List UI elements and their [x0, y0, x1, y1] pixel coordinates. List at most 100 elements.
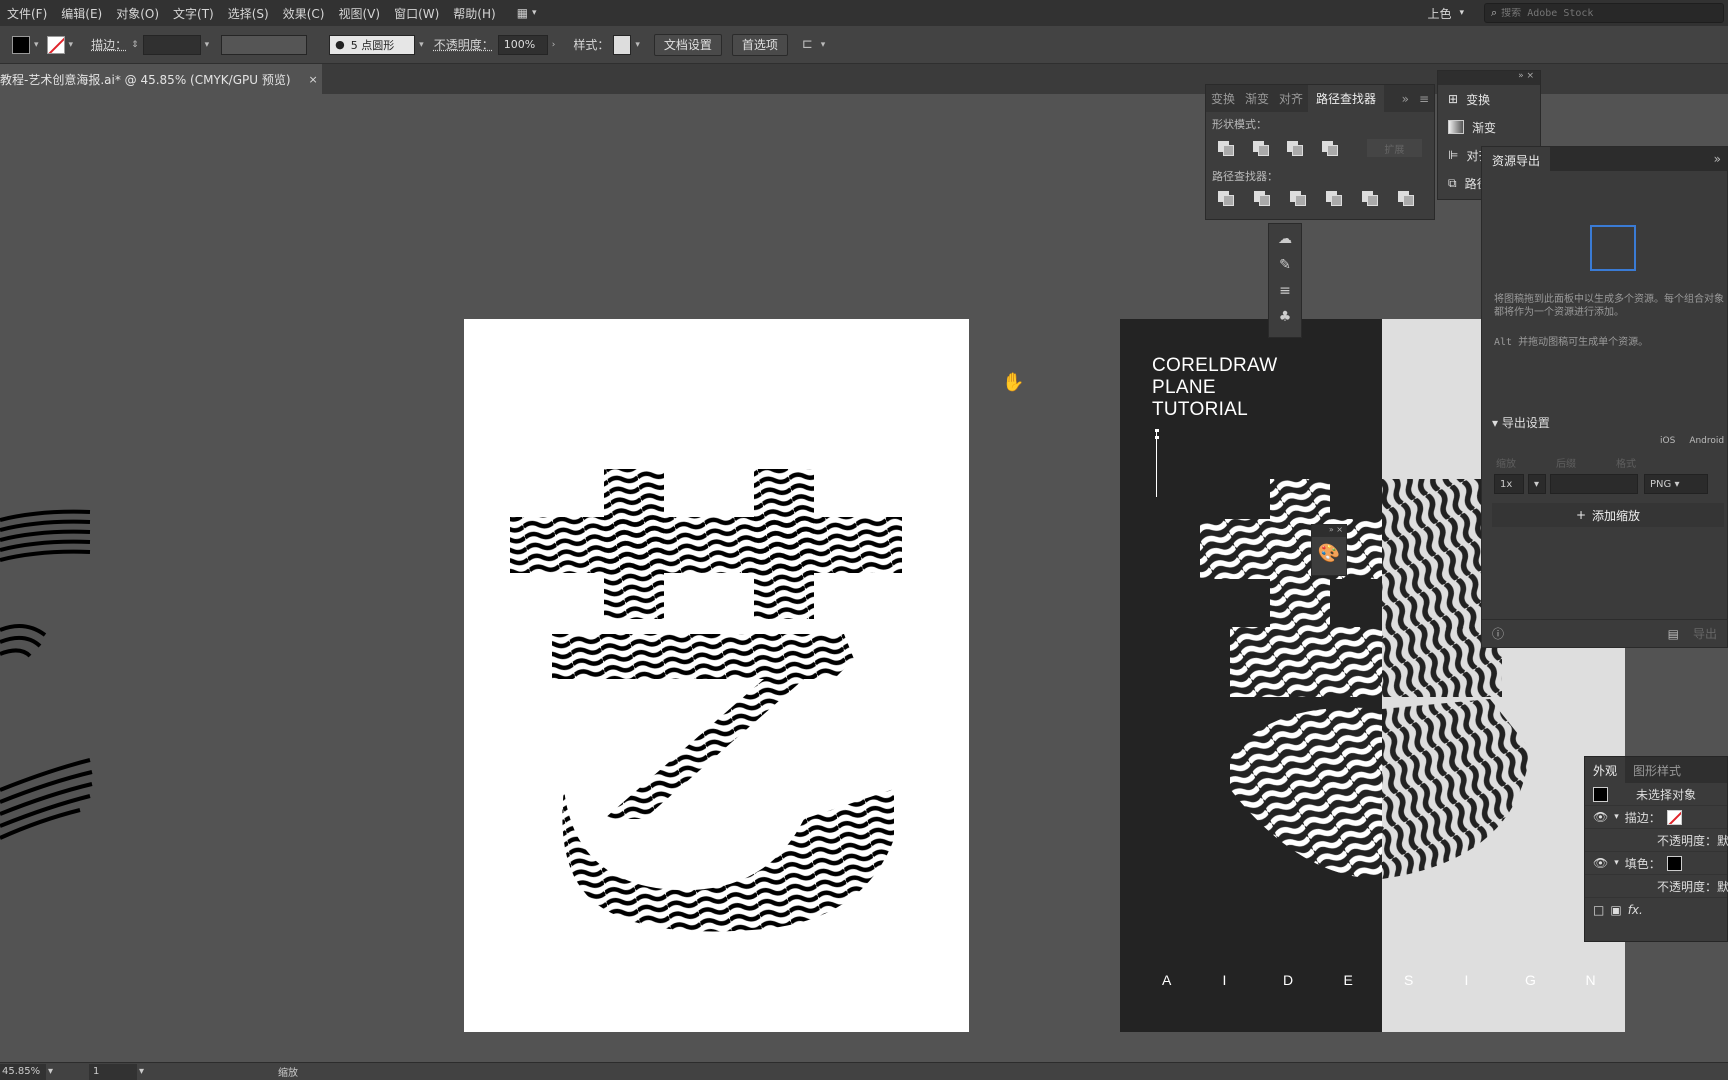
- appearance-stroke-row[interactable]: 👁 ▾ 描边：: [1585, 806, 1727, 829]
- menu-file[interactable]: 文件(F): [0, 5, 54, 22]
- unite-icon[interactable]: [1218, 141, 1234, 156]
- stroke-panel-icon[interactable]: ≡: [1276, 282, 1294, 300]
- platform-android[interactable]: Android: [1689, 436, 1724, 446]
- menu-view[interactable]: 视图(V): [331, 5, 387, 22]
- dock-item-transform[interactable]: ⊞ 变换: [1438, 85, 1540, 113]
- info-icon[interactable]: ⓘ: [1492, 625, 1504, 642]
- dock-item-gradient[interactable]: 渐变: [1438, 113, 1540, 141]
- tab-appearance[interactable]: 外观: [1585, 757, 1626, 783]
- export-button[interactable]: 导出: [1693, 625, 1717, 642]
- menu-effect[interactable]: 效果(C): [276, 5, 332, 22]
- exclude-icon[interactable]: [1322, 141, 1338, 156]
- variable-width-field[interactable]: [221, 34, 308, 55]
- stock-search[interactable]: ⌕: [1484, 3, 1724, 23]
- stroke-weight-field[interactable]: [142, 34, 201, 55]
- chevron-down-icon[interactable]: ▾: [1614, 812, 1619, 822]
- menu-icon[interactable]: ≡: [1414, 92, 1434, 106]
- zoom-field[interactable]: 45.85%: [0, 1063, 46, 1080]
- chevron-down-icon[interactable]: ▾: [635, 40, 640, 50]
- format-select[interactable]: PNG ▾: [1644, 474, 1708, 494]
- outline-icon[interactable]: [1362, 191, 1378, 206]
- export-for-screens-icon[interactable]: ▤: [1668, 627, 1679, 641]
- minus-front-icon[interactable]: [1252, 141, 1269, 156]
- chevron-down-icon[interactable]: ▾: [1614, 858, 1619, 868]
- style-swatch[interactable]: [613, 34, 632, 55]
- no-selection-label: 未选择对象: [1636, 787, 1697, 802]
- chevron-down-icon[interactable]: ▾: [69, 40, 74, 50]
- intersect-icon[interactable]: [1287, 141, 1304, 156]
- divide-icon[interactable]: [1218, 191, 1234, 206]
- mini-panel-header[interactable]: » ×: [1312, 525, 1346, 537]
- style-label: 样式：: [573, 38, 610, 52]
- platform-ios[interactable]: iOS: [1660, 436, 1675, 446]
- chevron-down-icon[interactable]: ▾: [821, 40, 826, 50]
- brushes-icon[interactable]: ✎: [1276, 256, 1294, 274]
- fx-button[interactable]: fx.: [1628, 903, 1643, 917]
- add-fill-icon[interactable]: ▣: [1610, 903, 1621, 917]
- tab-pathfinder[interactable]: 路径查找器: [1308, 85, 1385, 112]
- fill-swatch[interactable]: [12, 35, 30, 54]
- chevron-down-icon[interactable]: ▾: [139, 1066, 144, 1077]
- chevron-down-icon[interactable]: ▾: [34, 40, 39, 50]
- expand-button[interactable]: 扩展: [1366, 139, 1422, 157]
- document-tab[interactable]: 教程-艺术创意海报.ai* @ 45.85% (CMYK/GPU 预览) ×: [0, 64, 322, 94]
- minus-back-icon[interactable]: [1398, 191, 1414, 206]
- opacity-field[interactable]: 100%: [497, 34, 548, 55]
- stroke-swatch[interactable]: [46, 35, 65, 54]
- align-options-icon[interactable]: ⊏: [802, 37, 813, 52]
- chevron-down-icon[interactable]: ▾: [205, 40, 210, 50]
- tab-align[interactable]: 对齐: [1274, 90, 1308, 107]
- chevron-down-icon: ▾: [1492, 416, 1499, 430]
- tab-asset-export[interactable]: 资源导出: [1482, 147, 1551, 173]
- arrange-documents-button[interactable]: ▦ ▾: [517, 6, 537, 20]
- stepper-icon[interactable]: ⇕: [131, 40, 139, 50]
- brush-field[interactable]: ● 5 点圆形: [329, 34, 416, 55]
- crop-icon[interactable]: [1326, 191, 1342, 206]
- menu-window[interactable]: 窗口(W): [387, 5, 446, 22]
- collapse-icon[interactable]: »: [1397, 92, 1414, 106]
- appearance-fill-row[interactable]: 👁 ▾ 填色：: [1585, 852, 1727, 875]
- menu-edit[interactable]: 编辑(E): [54, 5, 109, 22]
- preferences-button[interactable]: 首选项: [731, 33, 788, 56]
- menu-object[interactable]: 对象(O): [109, 5, 166, 22]
- menu-help[interactable]: 帮助(H): [446, 5, 502, 22]
- suffix-field[interactable]: [1550, 474, 1638, 494]
- partial-artwork-left: [0, 509, 93, 840]
- dock-header[interactable]: » ×: [1438, 71, 1540, 85]
- poster-bottom-letters: A I D E S I G N: [1162, 972, 1625, 988]
- chevron-down-icon[interactable]: ▾: [48, 1066, 53, 1077]
- status-mode[interactable]: 缩放: [278, 1064, 298, 1079]
- palette-icon[interactable]: 🎨: [1312, 537, 1346, 564]
- document-setup-button[interactable]: 文档设置: [653, 33, 722, 56]
- tab-gradient[interactable]: 渐变: [1240, 90, 1274, 107]
- artboard-number-field[interactable]: 1: [89, 1063, 138, 1080]
- creative-cloud-icon[interactable]: ☁: [1276, 230, 1294, 248]
- close-icon[interactable]: ×: [309, 73, 318, 86]
- stroke-swatch[interactable]: [1666, 809, 1682, 825]
- add-stroke-icon[interactable]: □: [1593, 903, 1604, 917]
- tab-graphic-styles[interactable]: 图形样式: [1625, 762, 1689, 779]
- platform-options: iOS Android: [1660, 436, 1724, 446]
- collapse-icon[interactable]: »: [1714, 152, 1721, 166]
- chevron-down-icon[interactable]: ▾: [419, 40, 424, 50]
- workspace-switcher[interactable]: 上色 ▾: [1419, 5, 1472, 22]
- export-settings-header[interactable]: ▾ 导出设置: [1492, 414, 1550, 431]
- menu-select[interactable]: 选择(S): [221, 5, 276, 22]
- add-scale-button[interactable]: + 添加缩放: [1492, 503, 1724, 527]
- search-input[interactable]: [1501, 7, 1702, 19]
- menu-type[interactable]: 文字(T): [166, 5, 221, 22]
- scale-field[interactable]: 1x: [1494, 474, 1524, 494]
- scale-dropdown[interactable]: ▾: [1528, 474, 1546, 494]
- appearance-opacity-row-2[interactable]: 不透明度：默认值: [1585, 875, 1728, 898]
- appearance-opacity-row[interactable]: 不透明度：默认值: [1585, 829, 1728, 852]
- symbols-icon[interactable]: ♣: [1276, 308, 1294, 326]
- tab-transform[interactable]: 变换: [1206, 90, 1240, 107]
- artboard-left[interactable]: [464, 319, 969, 1032]
- trim-icon[interactable]: [1254, 191, 1270, 206]
- chevron-right-icon[interactable]: ›: [552, 40, 556, 50]
- fill-swatch[interactable]: [1666, 855, 1682, 871]
- merge-icon[interactable]: [1290, 191, 1306, 206]
- eye-icon[interactable]: 👁: [1593, 856, 1608, 870]
- opacity-value: 100%: [503, 38, 536, 51]
- eye-icon[interactable]: 👁: [1593, 810, 1608, 824]
